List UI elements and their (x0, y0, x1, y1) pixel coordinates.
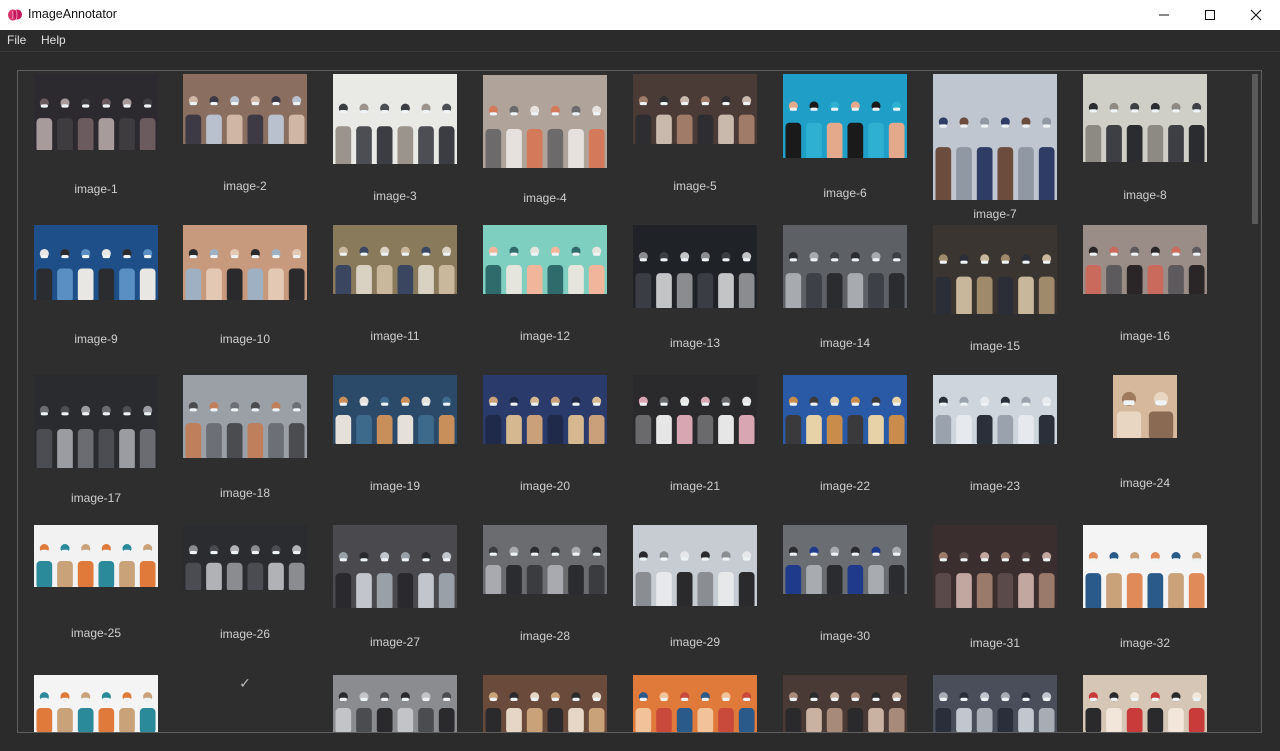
image-label: image-3 (373, 189, 417, 203)
image-thumbnail[interactable] (633, 225, 757, 308)
image-thumbnail[interactable] (633, 675, 757, 732)
menu-file[interactable]: File (7, 33, 26, 47)
image-thumbnail[interactable] (633, 375, 757, 444)
brain-icon (8, 9, 22, 21)
image-label: image-28 (519, 629, 571, 643)
image-thumbnail[interactable] (1083, 675, 1207, 732)
image-thumbnail[interactable] (783, 375, 907, 444)
image-label: image-14 (819, 336, 871, 350)
image-thumbnail[interactable] (333, 375, 457, 444)
image-thumbnail[interactable] (183, 74, 307, 144)
maximize-icon (1205, 10, 1215, 20)
close-icon (1250, 9, 1262, 21)
minimize-button[interactable] (1141, 0, 1187, 30)
image-thumbnail[interactable] (933, 675, 1057, 732)
image-thumbnail[interactable] (34, 225, 158, 300)
image-label: image-19 (369, 479, 421, 493)
image-label: image-4 (523, 191, 567, 205)
image-thumbnail[interactable] (1083, 225, 1207, 294)
selected-checkmark: ✓ (239, 676, 251, 692)
image-thumbnail[interactable] (933, 375, 1057, 444)
image-label: image-12 (519, 329, 571, 343)
image-thumbnail[interactable] (34, 675, 158, 732)
image-thumbnail[interactable] (333, 675, 457, 732)
maximize-button[interactable] (1187, 0, 1233, 30)
image-thumbnail[interactable] (1113, 375, 1177, 438)
close-button[interactable] (1233, 0, 1279, 30)
image-thumbnail[interactable] (333, 225, 457, 294)
image-thumbnail[interactable] (783, 225, 907, 308)
image-thumbnail[interactable] (34, 375, 158, 468)
image-thumbnail[interactable] (333, 74, 457, 164)
image-label: image-20 (519, 479, 571, 493)
image-label: image-30 (819, 629, 871, 643)
image-thumbnail[interactable] (34, 525, 158, 587)
image-label: image-17 (70, 491, 122, 505)
image-thumbnail[interactable] (933, 225, 1057, 314)
image-thumbnail[interactable] (633, 525, 757, 606)
image-label: image-16 (1119, 329, 1171, 343)
image-label: image-32 (1119, 636, 1171, 650)
image-label: image-2 (223, 179, 267, 193)
image-label: image-21 (669, 479, 721, 493)
image-label: image-8 (1123, 188, 1167, 202)
image-thumbnail[interactable] (483, 675, 607, 732)
minimize-icon (1159, 14, 1169, 16)
image-label: image-7 (973, 207, 1017, 221)
image-label: image-23 (969, 479, 1021, 493)
image-thumbnail[interactable] (1083, 74, 1207, 162)
image-thumbnail[interactable] (783, 525, 907, 594)
menu-help[interactable]: Help (41, 33, 66, 47)
image-thumbnail[interactable] (183, 525, 307, 590)
image-thumbnail[interactable] (483, 75, 607, 168)
scrollbar-thumb[interactable] (1252, 74, 1258, 224)
image-thumbnail[interactable] (933, 525, 1057, 608)
image-thumbnail[interactable] (333, 525, 457, 608)
image-label: image-24 (1119, 476, 1171, 490)
image-label: image-13 (669, 336, 721, 350)
image-thumbnail[interactable] (933, 74, 1057, 200)
image-label: image-11 (370, 329, 420, 343)
image-thumbnail[interactable] (633, 74, 757, 144)
image-label: image-31 (969, 636, 1021, 650)
image-label: image-22 (819, 479, 871, 493)
image-label: image-5 (673, 179, 717, 193)
image-thumbnail[interactable] (183, 225, 307, 300)
image-label: image-1 (74, 182, 118, 196)
image-thumbnail[interactable] (483, 525, 607, 594)
vertical-scrollbar[interactable] (1250, 72, 1260, 730)
image-thumbnail[interactable] (1083, 525, 1207, 608)
image-label: image-9 (74, 332, 118, 346)
window-title: ImageAnnotator (28, 7, 117, 21)
image-thumbnail[interactable] (783, 74, 907, 158)
image-label: image-26 (219, 627, 271, 641)
image-grid: image-1 image-2 image-3 image-4 image-5 image… (17, 70, 1262, 733)
image-thumbnail[interactable] (483, 225, 607, 294)
image-label: image-29 (669, 635, 721, 649)
image-thumbnail[interactable] (183, 375, 307, 458)
image-label: image-15 (969, 339, 1021, 353)
title-bar: ImageAnnotator (0, 0, 1280, 31)
image-thumbnail[interactable] (34, 74, 158, 150)
menu-bar: File Help (0, 30, 1280, 52)
image-label: image-25 (70, 626, 122, 640)
image-label: image-18 (219, 486, 271, 500)
image-label: image-6 (823, 186, 867, 200)
image-label: image-10 (219, 332, 271, 346)
image-thumbnail[interactable] (783, 675, 907, 732)
image-label: image-27 (369, 635, 421, 649)
image-thumbnail[interactable] (483, 375, 607, 444)
